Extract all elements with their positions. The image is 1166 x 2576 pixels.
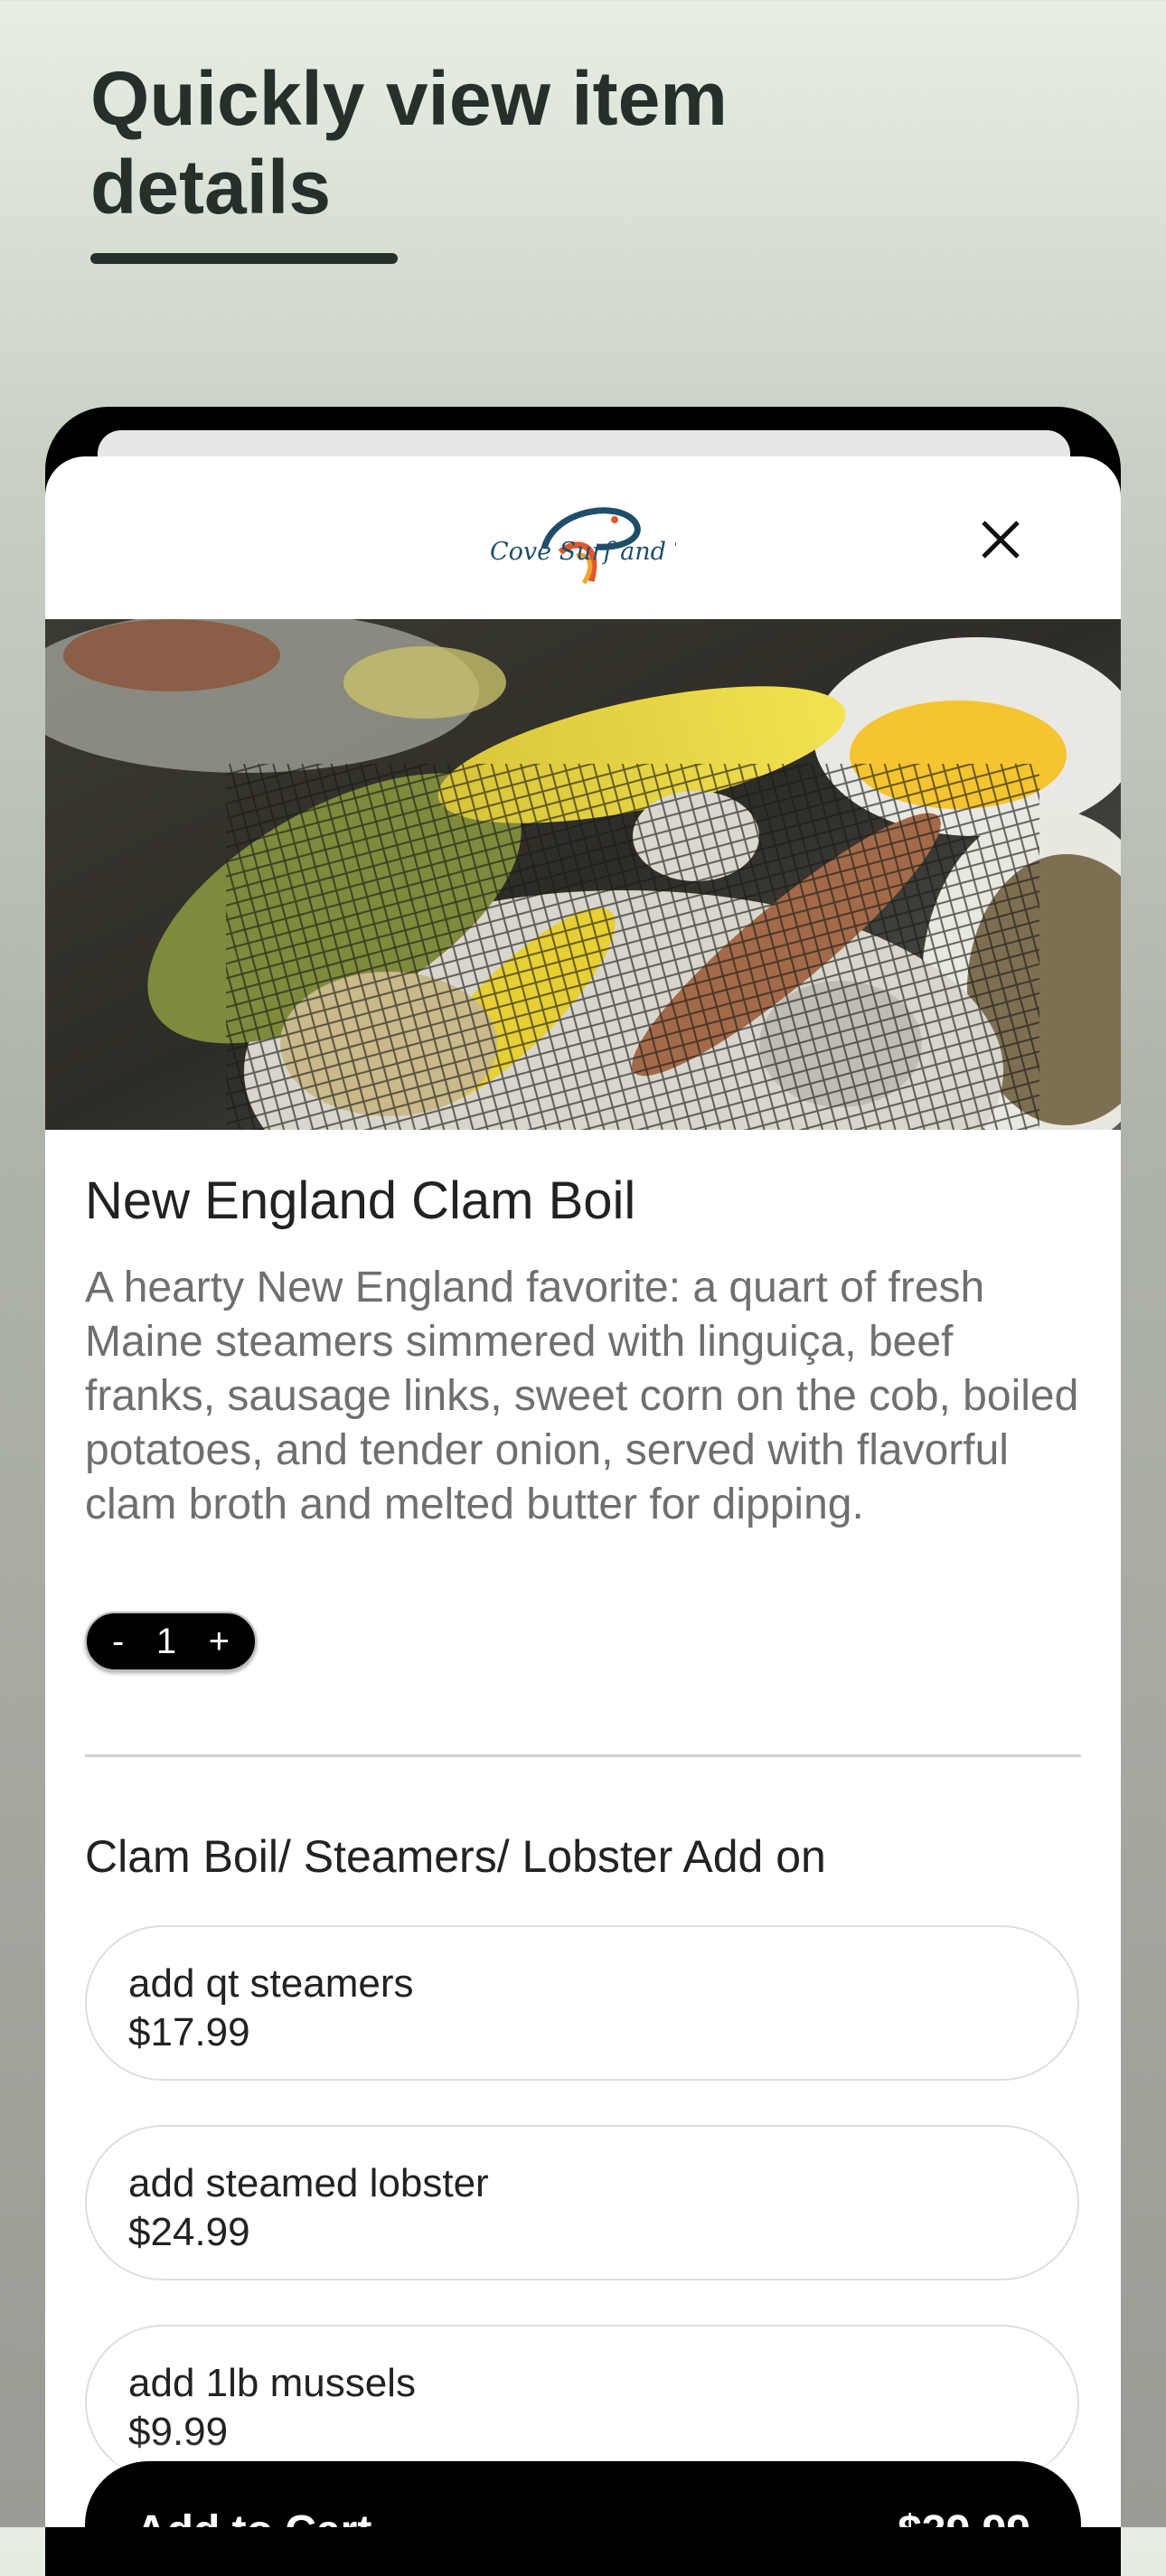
- addon-name: add 1lb mussels: [128, 2361, 416, 2405]
- addon-price: $24.99: [128, 2210, 250, 2254]
- addons-section-title: Clam Boil/ Steamers/ Lobster Add on: [85, 1831, 826, 1882]
- item-details-modal: Cove Surf and Turf: [45, 456, 1121, 2527]
- add-to-cart-button[interactable]: Add to Cart $39.99: [85, 2461, 1081, 2527]
- item-photo: [45, 619, 1121, 1130]
- brand-logo: Cove Surf and Turf: [490, 507, 676, 585]
- add-to-cart-label: Add to Cart: [136, 2506, 371, 2527]
- decrement-button[interactable]: -: [112, 1622, 124, 1662]
- addon-price: $9.99: [128, 2410, 229, 2454]
- headline-underline: [90, 253, 398, 264]
- addon-price: $17.99: [128, 2010, 250, 2054]
- addon-option[interactable]: add qt steamers $17.99: [85, 1925, 1079, 2081]
- divider: [85, 1754, 1081, 1757]
- modal-header: Cove Surf and Turf: [45, 456, 1121, 619]
- item-description: A hearty New England favorite: a quart o…: [85, 1264, 1079, 1528]
- quantity-stepper[interactable]: - 1 +: [85, 1612, 257, 1671]
- addon-name: add steamed lobster: [128, 2161, 489, 2205]
- page-headline: Quickly view item details: [90, 56, 728, 230]
- addon-option[interactable]: add steamed lobster $24.99: [85, 2125, 1079, 2280]
- brand-logo-text: Cove Surf and Turf: [490, 538, 676, 566]
- quantity-value: 1: [155, 1621, 177, 1661]
- addon-option[interactable]: add 1lb mussels $9.99: [85, 2325, 1079, 2480]
- cart-total-price: $39.99: [898, 2506, 1030, 2527]
- close-icon[interactable]: [967, 506, 1030, 569]
- item-title: New England Clam Boil: [85, 1171, 636, 1230]
- addon-name: add qt steamers: [128, 1961, 414, 2006]
- increment-button[interactable]: +: [209, 1622, 230, 1662]
